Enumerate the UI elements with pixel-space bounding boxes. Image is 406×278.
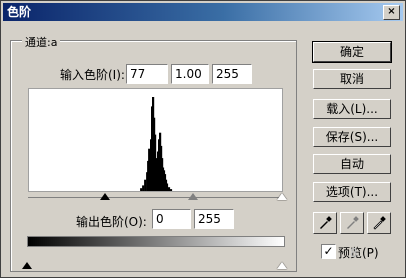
black-eyedropper-button[interactable] [313,212,337,234]
output-gradient-bar [27,236,285,247]
output-levels-label: 输出色阶(O): [76,215,147,229]
load-button[interactable]: 载入(L)... [313,99,391,119]
output-white-slider[interactable] [277,262,287,269]
black-eyedropper-icon [320,216,332,229]
channel-label: 通道:a [22,34,61,50]
histogram-bar [140,188,143,191]
white-eyedropper-button[interactable] [367,212,391,234]
input-white-slider[interactable] [277,193,287,200]
input-levels-label: 输入色阶(I): [60,68,125,82]
histogram-bar [165,183,169,191]
input-slider-track [28,197,283,198]
histogram-bar [144,179,147,191]
histogram [28,88,283,192]
title-bar: 色阶 × [3,3,403,21]
preview-checkbox[interactable]: ✓ [321,244,336,259]
preview-label: 预览(P) [338,246,379,260]
histogram-plot [140,97,173,191]
gray-eyedropper-button[interactable] [340,212,364,234]
input-white-field[interactable]: 255 [212,64,252,84]
output-black-field[interactable]: 0 [152,209,191,229]
close-button[interactable]: × [383,5,400,20]
auto-button[interactable]: 自动 [313,154,391,174]
gray-eyedropper-icon [347,216,359,229]
input-black-field[interactable]: 77 [126,64,168,84]
output-black-slider[interactable] [22,262,32,269]
cancel-button[interactable]: 取消 [313,69,391,89]
options-button[interactable]: 选项(T)... [313,182,391,202]
input-gamma-slider[interactable] [188,193,198,200]
ok-button[interactable]: 确定 [312,41,392,63]
histogram-bar [142,185,145,191]
histogram-bar [169,189,173,191]
input-gamma-field[interactable]: 1.00 [171,64,209,84]
save-button[interactable]: 保存(S)... [313,127,391,147]
histogram-bar [167,187,171,191]
watermark-text: 8 [350,246,358,260]
input-black-slider[interactable] [100,193,110,200]
output-white-field[interactable]: 255 [194,209,234,229]
window-title: 色阶 [7,5,32,19]
white-eyedropper-icon [373,216,386,230]
